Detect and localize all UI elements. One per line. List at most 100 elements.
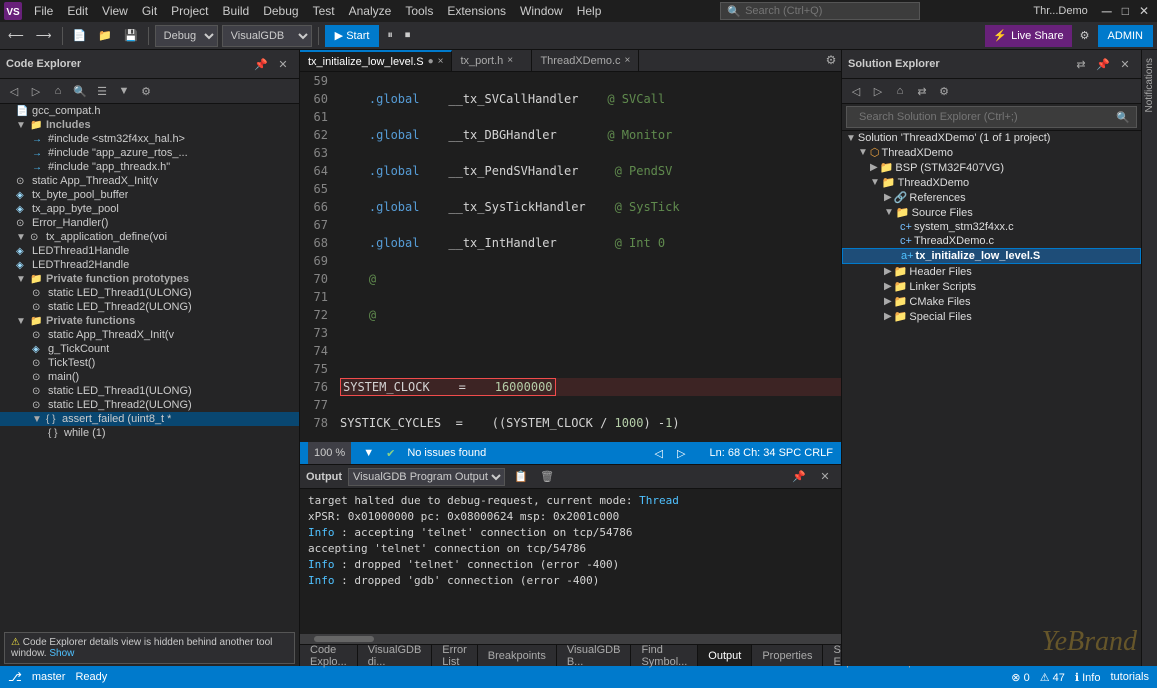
live-share-button[interactable]: ⚡ Live Share <box>985 25 1071 47</box>
sol-project-item[interactable]: ▼ ⬡ ThreadXDemo <box>842 145 1141 160</box>
tab-error-list[interactable]: Error List <box>432 645 477 666</box>
ce-home-button[interactable]: ⌂ <box>48 81 68 101</box>
menu-extensions[interactable]: Extensions <box>441 2 512 20</box>
tab-close-button[interactable]: × <box>507 55 513 66</box>
while-item[interactable]: { } while (1) <box>0 426 299 440</box>
sol-header-files-item[interactable]: ▶ 📁 Header Files <box>842 264 1141 279</box>
close-button[interactable]: ✕ <box>1135 2 1153 20</box>
menu-build[interactable]: Build <box>217 2 256 20</box>
list-item[interactable]: ⊙ static App_ThreadX_Init(v <box>0 174 299 188</box>
sol-linker-scripts-item[interactable]: ▶ 📁 Linker Scripts <box>842 279 1141 294</box>
list-item[interactable]: ▼ ⊙ tx_application_define(voi <box>0 230 299 244</box>
menu-analyze[interactable]: Analyze <box>343 2 398 20</box>
tab-properties[interactable]: Properties <box>752 645 823 666</box>
sol-sync-file-button[interactable]: ⇄ <box>912 81 932 101</box>
redo-button[interactable]: ⟶ <box>32 27 56 44</box>
tab-visualgdb-b[interactable]: VisualGDB B... <box>557 645 632 666</box>
tutorials-link[interactable]: tutorials <box>1110 671 1149 683</box>
tab-close-button[interactable]: × <box>438 56 444 67</box>
settings-button[interactable]: ⚙ <box>1076 27 1094 44</box>
menu-tools[interactable]: Tools <box>399 2 439 20</box>
tab-output[interactable]: Output <box>698 645 752 666</box>
ce-back-button[interactable]: ◁ <box>4 81 24 101</box>
sol-pin-button[interactable]: 📌 <box>1093 54 1113 74</box>
scroll-right-button[interactable]: ▷ <box>673 445 689 462</box>
show-link[interactable]: Show <box>49 648 74 659</box>
sol-special-files-item[interactable]: ▶ 📁 Special Files <box>842 309 1141 324</box>
output-source-dropdown[interactable]: VisualGDB Program Output <box>348 468 505 486</box>
list-item[interactable]: ◈ tx_app_byte_pool <box>0 202 299 216</box>
list-item[interactable]: ⊙ static LED_Thread1(ULONG) <box>0 384 299 398</box>
sol-references-item[interactable]: ▶ 🔗 References <box>842 190 1141 205</box>
tab-find-symbol[interactable]: Find Symbol... <box>631 645 698 666</box>
sol-settings-button[interactable]: ⚙ <box>934 81 954 101</box>
list-item[interactable]: → #include <stm32f4xx_hal.h> <box>0 132 299 146</box>
tab-tx-initialize[interactable]: tx_initialize_low_level.S ● × <box>300 50 452 71</box>
menu-test[interactable]: Test <box>307 2 341 20</box>
sol-solution-item[interactable]: ▼ Solution 'ThreadXDemo' (1 of 1 project… <box>842 131 1141 145</box>
list-item[interactable]: ⊙ Error_Handler() <box>0 216 299 230</box>
output-close-button[interactable]: ✕ <box>815 467 835 487</box>
ce-settings-button[interactable]: ⚙ <box>136 81 156 101</box>
private-fn-prototypes-section[interactable]: ▼ 📁 Private function prototypes <box>0 272 299 286</box>
menu-project[interactable]: Project <box>165 2 214 20</box>
minimize-button[interactable]: ─ <box>1098 1 1116 21</box>
sol-threadxdemo-c-item[interactable]: c+ ThreadXDemo.c <box>842 234 1141 248</box>
menu-debug[interactable]: Debug <box>257 2 304 20</box>
sol-bsp-item[interactable]: ▶ 📁 BSP (STM32F407VG) <box>842 160 1141 175</box>
list-item[interactable]: ◈ g_TickCount <box>0 342 299 356</box>
menu-file[interactable]: File <box>28 2 59 20</box>
zoom-level[interactable]: 100 % <box>308 442 351 464</box>
sol-forward-button[interactable]: ▷ <box>868 81 888 101</box>
start-button[interactable]: ▶ Start <box>325 25 380 47</box>
sol-home-button[interactable]: ⌂ <box>890 81 910 101</box>
tab-close-button[interactable]: × <box>625 55 631 66</box>
pin-button[interactable]: 📌 <box>251 54 271 74</box>
sol-close-button[interactable]: ✕ <box>1115 54 1135 74</box>
sol-sync-button[interactable]: ⇄ <box>1071 54 1091 74</box>
list-item[interactable]: ⊙ static LED_Thread2(ULONG) <box>0 398 299 412</box>
list-item[interactable]: 📄 gcc_compat.h <box>0 104 299 118</box>
solution-search-input[interactable] <box>853 106 1116 128</box>
includes-section[interactable]: ▼ 📁 Includes <box>0 118 299 132</box>
sol-cmake-files-item[interactable]: ▶ 📁 CMake Files <box>842 294 1141 309</box>
stop-button[interactable]: ⏹ <box>401 27 415 44</box>
menu-window[interactable]: Window <box>514 2 569 20</box>
assert-failed-item[interactable]: ▼ { } assert_failed (uint8_t * <box>0 412 299 426</box>
output-pin-button[interactable]: 📌 <box>789 467 809 487</box>
open-button[interactable]: 📁 <box>94 27 116 44</box>
tab-threadxdemo[interactable]: ThreadXDemo.c × <box>532 50 639 71</box>
ce-filter-button[interactable]: ▼ <box>114 81 134 101</box>
code-editor[interactable]: 5960616263 6465666768 6970717273 7475767… <box>300 72 841 464</box>
save-button[interactable]: 💾 <box>120 27 142 44</box>
list-item[interactable]: ⊙ static LED_Thread1(ULONG) <box>0 286 299 300</box>
sol-back-button[interactable]: ◁ <box>846 81 866 101</box>
list-item[interactable]: ◈ LEDThread1Handle <box>0 244 299 258</box>
sol-system-stm-item[interactable]: c+ system_stm32f4xx.c <box>842 220 1141 234</box>
code-lines[interactable]: .global __tx_SVCallHandler @ SVCall .glo… <box>336 72 841 442</box>
notifications-label[interactable]: Notifications <box>1144 54 1155 116</box>
scroll-left-button[interactable]: ◁ <box>651 445 667 462</box>
menu-help[interactable]: Help <box>571 2 608 20</box>
list-item[interactable]: → #include "app_azure_rtos_... <box>0 146 299 160</box>
new-project-button[interactable]: 📄 <box>69 27 91 44</box>
sol-threadxdemo-folder[interactable]: ▼ 📁 ThreadXDemo <box>842 175 1141 190</box>
tab-code-explorer[interactable]: Code Explo... <box>300 645 358 666</box>
tab-breakpoints[interactable]: Breakpoints <box>478 645 557 666</box>
close-panel-button[interactable]: ✕ <box>273 54 293 74</box>
maximize-button[interactable]: □ <box>1118 2 1133 20</box>
config-dropdown[interactable]: Debug <box>155 25 218 47</box>
list-item[interactable]: ⊙ main() <box>0 370 299 384</box>
menu-edit[interactable]: Edit <box>61 2 94 20</box>
menu-git[interactable]: Git <box>136 2 163 20</box>
admin-button[interactable]: ADMIN <box>1098 25 1153 47</box>
sol-source-files-item[interactable]: ▼ 📁 Source Files <box>842 205 1141 220</box>
list-item[interactable]: → #include "app_threadx.h" <box>0 160 299 174</box>
global-search-input[interactable] <box>745 5 895 17</box>
output-scrollbar-h[interactable] <box>300 634 841 644</box>
list-item[interactable]: ◈ LEDThread2Handle <box>0 258 299 272</box>
output-clear-button[interactable]: 🗑 <box>537 467 557 487</box>
output-copy-button[interactable]: 📋 <box>511 467 531 487</box>
ce-search-button[interactable]: 🔍 <box>70 81 90 101</box>
ce-forward-button[interactable]: ▷ <box>26 81 46 101</box>
